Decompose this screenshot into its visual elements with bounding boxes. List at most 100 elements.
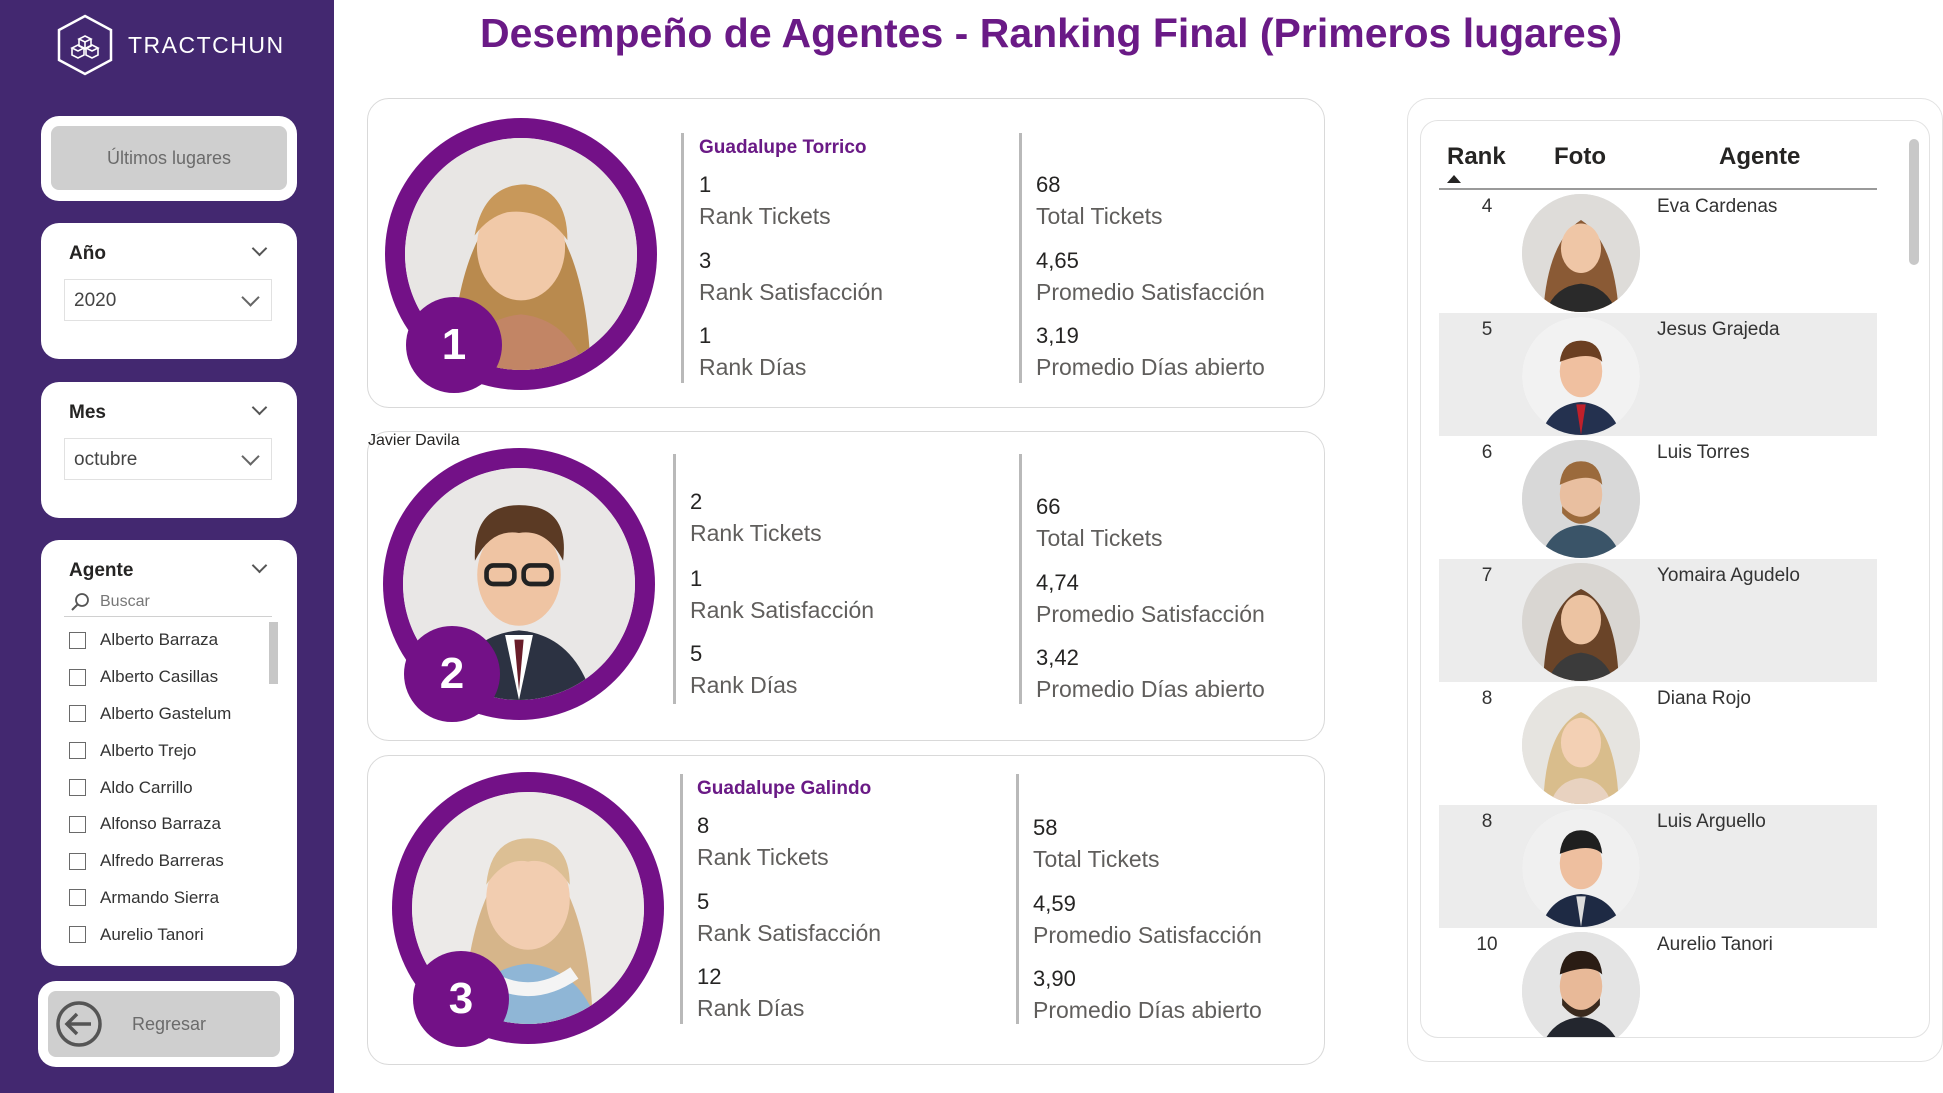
checkbox[interactable] xyxy=(69,668,86,686)
agent-option-label: Alfredo Barreras xyxy=(100,851,224,871)
month-slicer: Mes octubre xyxy=(41,382,297,518)
checkbox[interactable] xyxy=(69,815,86,833)
agent-option[interactable]: Alberto Trejo xyxy=(69,732,269,769)
agent-option-label: Armando Sierra xyxy=(100,887,220,907)
metric-value: 68 xyxy=(1036,172,1061,197)
row-rank: 10 xyxy=(1476,934,1498,955)
year-dropdown-value: 2020 xyxy=(74,290,117,311)
agent-option[interactable]: Alberto Barraza xyxy=(69,622,269,659)
checkbox[interactable] xyxy=(69,705,86,723)
checkbox[interactable] xyxy=(69,926,86,944)
rank-badge: 3 xyxy=(413,951,509,1047)
row-photo xyxy=(1522,194,1640,312)
year-slicer: Año 2020 xyxy=(41,223,297,359)
month-dropdown-value: octubre xyxy=(74,449,138,470)
person-portrait-icon xyxy=(1522,317,1640,435)
metric-label: Promedio Días abierto xyxy=(1036,676,1265,702)
agent-search-input[interactable]: Buscar xyxy=(69,589,150,615)
search-icon xyxy=(71,593,89,611)
metric-label: Rank Satisfacción xyxy=(690,597,875,623)
metric-label: Promedio Días abierto xyxy=(1033,997,1262,1023)
rank-badge: 2 xyxy=(404,626,500,722)
back-button-label: Regresar xyxy=(132,1013,207,1034)
month-collapse-chevron-icon[interactable] xyxy=(251,399,268,416)
agent-option-label: Aldo Carrillo xyxy=(100,777,193,797)
row-photo xyxy=(1522,932,1640,1037)
metric-value: 4,59 xyxy=(1033,891,1076,916)
metric-value: 58 xyxy=(1033,815,1058,840)
divider xyxy=(1019,133,1022,383)
checkbox[interactable] xyxy=(69,631,86,649)
agent-option[interactable]: Alfredo Barreras xyxy=(69,843,269,880)
metric-rank-tickets: 2 Rank Tickets xyxy=(690,488,822,550)
agent-search-placeholder: Buscar xyxy=(100,593,150,610)
agent-option[interactable]: Alberto Gastelum xyxy=(69,696,269,733)
agent-name: Guadalupe Galindo xyxy=(697,778,872,799)
metric-label: Rank Tickets xyxy=(699,203,831,229)
divider xyxy=(1016,774,1019,1024)
ranking-table: Rank Foto Agente 4 Eva Cardenas 5 Jesus … xyxy=(1420,120,1930,1038)
metric-value: 3,19 xyxy=(1036,323,1079,348)
divider xyxy=(681,133,684,383)
column-header-rank[interactable]: Rank xyxy=(1447,143,1506,171)
agent-option[interactable]: Alfonso Barraza xyxy=(69,806,269,843)
table-row[interactable]: 8 Luis Arguello xyxy=(1439,805,1877,928)
back-button[interactable]: Regresar xyxy=(48,991,280,1057)
checkbox[interactable] xyxy=(69,779,86,797)
metric-value: 1 xyxy=(699,172,712,197)
checkbox[interactable] xyxy=(69,852,86,870)
metric-avg-days: 3,42 Promedio Días abierto xyxy=(1036,644,1265,706)
agent-option[interactable]: Aurelio Tanori xyxy=(69,916,269,953)
agent-collapse-chevron-icon[interactable] xyxy=(251,557,268,574)
table-row[interactable]: 4 Eva Cardenas xyxy=(1439,190,1877,313)
table-row[interactable]: 8 Diana Rojo xyxy=(1439,682,1877,805)
metric-value: 3,90 xyxy=(1033,966,1076,991)
agent-option-label: Alberto Casillas xyxy=(100,667,219,687)
agent-option[interactable]: Armando Sierra xyxy=(69,880,269,917)
year-dropdown[interactable]: 2020 xyxy=(64,279,272,321)
table-row[interactable]: 7 Yomaira Agudelo xyxy=(1439,559,1877,682)
row-agent: Diana Rojo xyxy=(1657,688,1751,709)
agent-list-scrollbar[interactable] xyxy=(269,622,278,684)
metric-label: Rank Satisfacción xyxy=(697,920,882,946)
metric-value: 3 xyxy=(699,248,712,273)
agent-slicer: Agente Buscar Alberto Barraza Alberto Ca… xyxy=(41,540,297,966)
month-dropdown[interactable]: octubre xyxy=(64,438,272,480)
metric-value: 1 xyxy=(699,323,712,348)
agent-option-label: Alfonso Barraza xyxy=(100,814,221,834)
agent-option[interactable]: Aldo Carrillo xyxy=(69,769,269,806)
metric-value: 5 xyxy=(697,889,710,914)
checkbox[interactable] xyxy=(69,742,86,760)
checkbox[interactable] xyxy=(69,889,86,907)
person-portrait-icon xyxy=(1522,563,1640,681)
row-rank: 8 xyxy=(1481,688,1493,709)
person-portrait-icon xyxy=(1522,932,1640,1037)
agent-option-label: Alberto Trejo xyxy=(100,740,197,760)
row-agent: Jesus Grajeda xyxy=(1657,319,1780,340)
arrow-left-circle-icon xyxy=(56,1001,102,1047)
month-slicer-title: Mes xyxy=(69,402,106,423)
divider xyxy=(673,454,676,704)
column-header-agent[interactable]: Agente xyxy=(1719,143,1800,171)
metric-rank-tickets: 8 Rank Tickets xyxy=(697,812,829,874)
divider xyxy=(1019,454,1022,704)
table-row[interactable]: 6 Luis Torres xyxy=(1439,436,1877,559)
divider xyxy=(680,774,683,1024)
last-places-button[interactable]: Últimos lugares xyxy=(51,126,287,190)
chevron-down-icon xyxy=(241,447,260,466)
table-scrollbar[interactable] xyxy=(1909,139,1919,265)
metric-rank-days: 5 Rank Días xyxy=(690,640,797,702)
metric-value: 2 xyxy=(690,489,703,514)
table-row[interactable]: 10 Aurelio Tanori xyxy=(1439,928,1877,1037)
sidebar: TRACTCHUN Últimos lugares Año 2020 Mes o… xyxy=(0,0,334,1093)
metric-total-tickets: 68 Total Tickets xyxy=(1036,171,1163,233)
row-rank: 4 xyxy=(1481,196,1493,217)
year-collapse-chevron-icon[interactable] xyxy=(251,240,268,257)
column-header-photo[interactable]: Foto xyxy=(1554,143,1606,171)
metric-label: Rank Satisfacción xyxy=(699,279,884,305)
metric-label: Rank Tickets xyxy=(690,520,822,546)
table-row[interactable]: 5 Jesus Grajeda xyxy=(1439,313,1877,436)
agent-option[interactable]: Alberto Casillas xyxy=(69,659,269,696)
row-rank: 6 xyxy=(1481,442,1493,463)
agent-slicer-title: Agente xyxy=(69,560,134,581)
